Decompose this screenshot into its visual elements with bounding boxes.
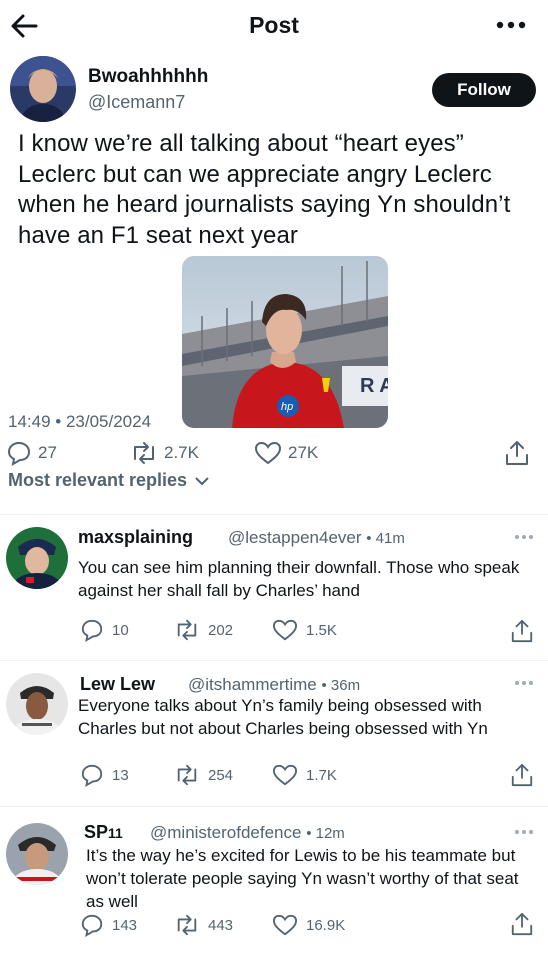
reply-author-name[interactable]: maxsplaining bbox=[78, 527, 193, 548]
more-options-icon[interactable] bbox=[514, 680, 534, 686]
name-text: SP bbox=[84, 822, 109, 842]
sort-label: Most relevant replies bbox=[8, 470, 188, 490]
share-icon bbox=[506, 441, 528, 465]
repost-button[interactable]: 2.7K bbox=[130, 438, 199, 468]
reply-icon bbox=[7, 441, 31, 466]
more-options-icon[interactable] bbox=[496, 20, 526, 30]
heart-icon bbox=[254, 441, 282, 465]
handle-text: @itshammertime bbox=[188, 675, 317, 694]
reply-count: 13 bbox=[112, 766, 129, 784]
post-action-bar: 27 2.7K 27K bbox=[0, 438, 548, 468]
repost-icon bbox=[177, 764, 197, 786]
author-name[interactable]: Bwoahhhhhh bbox=[88, 66, 208, 88]
reply-text: Everyone talks about Yn’s family being o… bbox=[78, 696, 488, 738]
like-count: 1.5K bbox=[306, 621, 337, 639]
share-icon[interactable] bbox=[510, 618, 534, 644]
reply-icon bbox=[81, 914, 103, 937]
reply-item[interactable]: Lew Lew @itshammertime • 36m Everyone ta… bbox=[0, 661, 548, 805]
reply-sort-dropdown[interactable]: Most relevant replies bbox=[8, 470, 212, 491]
reply-button[interactable]: 13 bbox=[80, 763, 129, 787]
name-suffix: 11 bbox=[108, 825, 123, 841]
reply-text: You can see him planning their downfall.… bbox=[78, 558, 520, 600]
heart-icon bbox=[272, 619, 298, 641]
reply-button[interactable]: 143 bbox=[80, 913, 137, 937]
top-bar: Post bbox=[0, 0, 548, 52]
like-count: 16.9K bbox=[306, 916, 346, 934]
repost-icon bbox=[177, 914, 197, 936]
reply-time: • 12m bbox=[306, 825, 345, 842]
reply-avatar-image bbox=[6, 823, 68, 885]
like-button[interactable]: 27K bbox=[254, 438, 318, 468]
reply-count: 10 bbox=[112, 621, 129, 639]
post-text: I know we’re all talking about “heart ey… bbox=[18, 130, 511, 249]
page-title: Post bbox=[249, 12, 299, 38]
avatar[interactable] bbox=[6, 673, 68, 735]
reply-icon bbox=[81, 619, 103, 642]
reply-item[interactable]: SP11 @ministerofdefence • 12m It’s the w… bbox=[0, 807, 548, 957]
like-button[interactable]: 1.5K bbox=[272, 618, 337, 642]
heart-icon bbox=[272, 764, 298, 786]
repost-icon bbox=[177, 619, 197, 641]
author-avatar-image bbox=[10, 56, 76, 122]
more-options-icon[interactable] bbox=[514, 829, 534, 835]
post-image[interactable]: R A hp bbox=[182, 256, 388, 428]
reply-icon bbox=[81, 764, 103, 787]
reply-author-name[interactable]: Lew Lew bbox=[80, 674, 155, 695]
repost-count: 2.7K bbox=[164, 443, 199, 462]
like-count: 1.7K bbox=[306, 766, 337, 784]
repost-button[interactable]: 254 bbox=[174, 763, 233, 787]
repost-count: 202 bbox=[208, 621, 234, 639]
repost-count: 254 bbox=[208, 766, 234, 784]
repost-button[interactable]: 202 bbox=[174, 618, 233, 642]
chevron-down-icon bbox=[195, 476, 209, 485]
post-author: Bwoahhhhhh @Icemann7 Follow bbox=[10, 56, 538, 122]
banner-text: R A bbox=[360, 375, 388, 397]
avatar[interactable] bbox=[6, 527, 68, 589]
follow-button[interactable]: Follow bbox=[432, 73, 536, 107]
author-handle[interactable]: @Icemann7 bbox=[88, 92, 185, 113]
avatar[interactable] bbox=[10, 56, 76, 122]
svg-text:hp: hp bbox=[281, 401, 293, 413]
reply-time: • 41m bbox=[366, 530, 405, 547]
reply-text: It’s the way he’s excited for Lewis to b… bbox=[86, 846, 519, 911]
repost-icon bbox=[134, 442, 154, 464]
reply-button[interactable]: 27 bbox=[6, 438, 57, 468]
more-options-icon[interactable] bbox=[514, 534, 534, 540]
reply-author-handle[interactable]: @lestappen4ever • 41m bbox=[228, 528, 405, 548]
share-button[interactable] bbox=[504, 438, 536, 468]
reply-time: • 36m bbox=[321, 677, 361, 694]
like-button[interactable]: 1.7K bbox=[272, 763, 337, 787]
reply-count: 143 bbox=[112, 916, 138, 934]
handle-text: @ministerofdefence bbox=[150, 823, 302, 842]
reply-avatar-image bbox=[6, 673, 68, 735]
reply-author-name[interactable]: SP11 bbox=[84, 822, 123, 843]
avatar[interactable] bbox=[6, 823, 68, 885]
post-timestamp: 14:49 • 23/05/2024 bbox=[8, 412, 152, 431]
reply-author-handle[interactable]: @itshammertime • 36m bbox=[188, 675, 360, 695]
repost-button[interactable]: 443 bbox=[174, 913, 233, 937]
share-icon[interactable] bbox=[510, 911, 534, 937]
share-icon[interactable] bbox=[510, 762, 534, 788]
reply-item[interactable]: maxsplaining @lestappen4ever • 41m You c… bbox=[0, 515, 548, 659]
like-count: 27K bbox=[288, 443, 319, 462]
heart-icon bbox=[272, 914, 298, 936]
handle-text: @lestappen4ever bbox=[228, 528, 362, 547]
like-button[interactable]: 16.9K bbox=[272, 913, 345, 937]
reply-avatar-image bbox=[6, 527, 68, 589]
reply-button[interactable]: 10 bbox=[80, 618, 129, 642]
reply-author-handle[interactable]: @ministerofdefence • 12m bbox=[150, 823, 345, 843]
reply-count: 27 bbox=[38, 443, 57, 462]
photo-illustration: R A hp bbox=[182, 256, 388, 428]
repost-count: 443 bbox=[208, 916, 234, 934]
